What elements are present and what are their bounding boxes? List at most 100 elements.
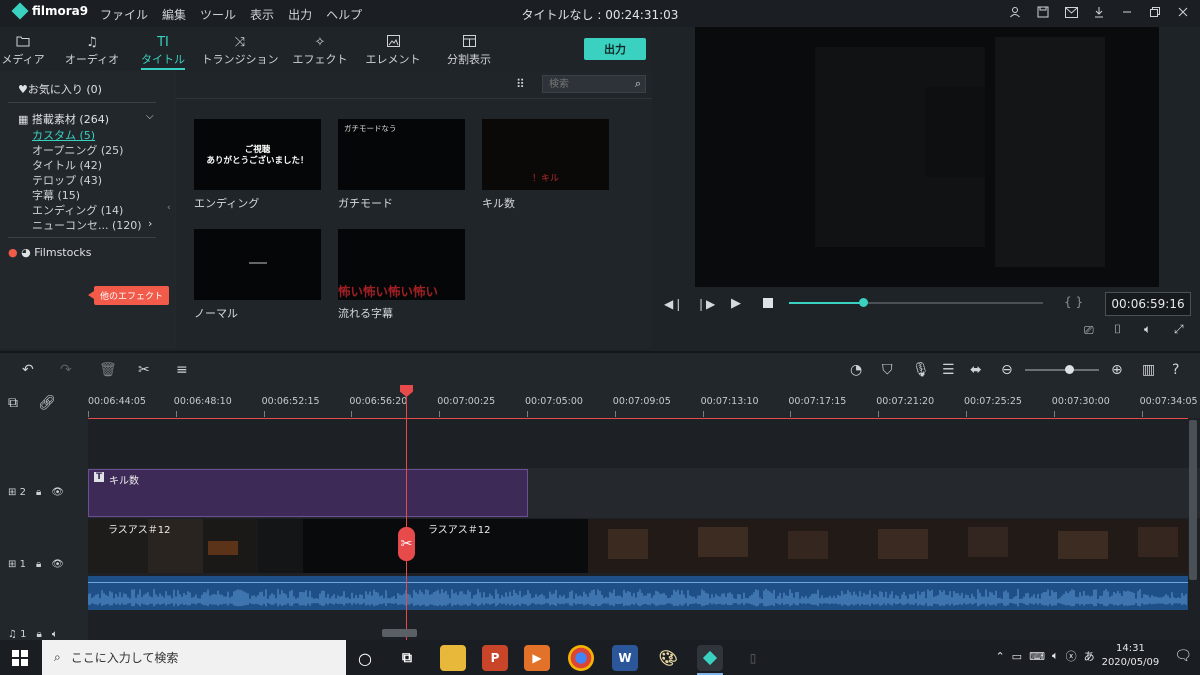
- play-icon[interactable]: ▶: [731, 296, 741, 311]
- zoom-in-icon[interactable]: ⊕: [1111, 362, 1123, 378]
- playback-progress[interactable]: [789, 298, 1043, 307]
- restore-icon[interactable]: [1148, 5, 1162, 19]
- battery-icon[interactable]: ▭: [1012, 650, 1022, 663]
- vertical-scrollbar[interactable]: [1189, 420, 1197, 580]
- other-effects-badge[interactable]: 他のエフェクト: [87, 286, 170, 305]
- help-icon[interactable]: ?: [1172, 362, 1179, 378]
- network-icon[interactable]: ⌨︎: [1029, 650, 1045, 663]
- cortana-icon[interactable]: ○: [352, 645, 378, 671]
- search-box[interactable]: ⌕: [542, 75, 646, 93]
- cut-icon[interactable]: ✂: [138, 362, 150, 378]
- eye-icon[interactable]: 👁︎: [51, 559, 64, 570]
- title-thumbnail-ending[interactable]: ご視聴 ありがとうございました！: [194, 119, 321, 190]
- progress-knob[interactable]: [858, 298, 868, 307]
- speaker-icon[interactable]: 🔈︎: [52, 629, 58, 640]
- sidebar-item-opening[interactable]: オープニング (25): [32, 142, 123, 158]
- pinned-app-icon[interactable]: ▯: [740, 645, 766, 671]
- tab-split-screen[interactable]: 分割表示: [434, 35, 504, 67]
- prev-frame-icon[interactable]: ◀❘: [664, 297, 683, 311]
- lock-icon[interactable]: 🔒︎: [36, 559, 41, 570]
- playhead[interactable]: [406, 385, 407, 640]
- file-explorer-icon[interactable]: [440, 645, 466, 671]
- favorites-item[interactable]: ♥お気に入り (0): [18, 81, 102, 97]
- volume-icon[interactable]: 🔈︎: [1052, 649, 1059, 663]
- collapse-handle-icon[interactable]: ‹: [167, 203, 171, 213]
- redo-icon[interactable]: ↷: [60, 362, 72, 378]
- title-thumbnail-kill-count[interactable]: ！キル: [482, 119, 609, 190]
- zoom-out-icon[interactable]: ⊖: [1001, 362, 1013, 378]
- filmora-taskbar-icon[interactable]: [697, 645, 723, 671]
- save-icon[interactable]: [1036, 5, 1050, 19]
- builtin-category[interactable]: ▦ 搭載素材 (264): [18, 111, 109, 127]
- user-icon[interactable]: [1008, 5, 1022, 19]
- stop-icon[interactable]: [763, 298, 773, 308]
- fit-timeline-icon[interactable]: ⬌: [970, 362, 982, 378]
- menu-tools[interactable]: ツール: [200, 6, 236, 23]
- language-icon[interactable]: あ: [1084, 648, 1095, 664]
- fullscreen-icon[interactable]: ⤢: [1174, 322, 1184, 337]
- minimize-icon[interactable]: [1120, 5, 1134, 19]
- paint-icon[interactable]: 🎨︎: [655, 645, 681, 671]
- title-thumbnail-normal[interactable]: [194, 229, 321, 300]
- download-icon[interactable]: [1092, 5, 1106, 19]
- grid-view-icon[interactable]: ⠿: [516, 77, 525, 91]
- sidebar-item-telop[interactable]: テロップ (43): [32, 172, 102, 188]
- sidebar-item-custom[interactable]: カスタム (5): [32, 127, 95, 143]
- sidebar-item-ending[interactable]: エンディング (14): [32, 202, 123, 218]
- title-clip[interactable]: T キル数: [88, 469, 528, 517]
- tab-titles[interactable]: TI タイトル: [128, 35, 198, 70]
- menu-export[interactable]: 出力: [288, 6, 312, 23]
- zoom-knob[interactable]: [1065, 365, 1075, 374]
- undo-icon[interactable]: ↶: [22, 362, 34, 378]
- menu-file[interactable]: ファイル: [100, 6, 148, 23]
- menu-help[interactable]: ヘルプ: [326, 6, 362, 23]
- eye-icon[interactable]: 👁︎: [51, 487, 64, 498]
- zoom-slider[interactable]: [1025, 369, 1099, 371]
- track-layout-icon[interactable]: ▥: [1142, 362, 1155, 378]
- title-thumbnail-gachi-mode[interactable]: ガチモードなう: [338, 119, 465, 190]
- menu-edit[interactable]: 編集: [162, 6, 186, 23]
- video-clip[interactable]: ラスアス＃12 ラスアス＃12: [88, 519, 1188, 573]
- tab-effects[interactable]: ✧ エフェクト: [285, 35, 355, 67]
- menu-view[interactable]: 表示: [250, 6, 274, 23]
- close-icon[interactable]: [1176, 5, 1190, 19]
- sidebar-item-subtitle[interactable]: 字幕 (15): [32, 187, 80, 203]
- video-viewer[interactable]: [695, 27, 1159, 287]
- horizontal-scrollbar[interactable]: [382, 629, 417, 637]
- windows-start-icon[interactable]: [12, 650, 28, 669]
- sidebar-item-new-concept[interactable]: ニューコンセ... (120): [32, 217, 142, 233]
- lock-icon[interactable]: 🔒︎: [37, 629, 42, 640]
- taskbar-clock[interactable]: 14:31 2020/05/09: [1102, 642, 1160, 670]
- voiceover-list-icon[interactable]: ☰: [942, 362, 955, 378]
- word-icon[interactable]: W: [612, 645, 638, 671]
- add-track-icon[interactable]: ⧉: [8, 395, 18, 411]
- export-button[interactable]: 出力: [584, 38, 646, 60]
- audio-waveform-clip[interactable]: [88, 576, 1188, 610]
- link-icon[interactable]: 🔗︎: [38, 395, 56, 411]
- adjust-icon[interactable]: ≡: [176, 362, 188, 378]
- taskbar-search[interactable]: ⌕ ここに入力して検索: [42, 640, 346, 675]
- next-frame-icon[interactable]: ❘▶: [696, 297, 715, 311]
- tab-elements[interactable]: エレメント: [358, 35, 428, 67]
- tab-media[interactable]: メディア: [0, 35, 58, 67]
- sidebar-item-title[interactable]: タイトル (42): [32, 157, 102, 173]
- ime-icon[interactable]: ⓧ: [1066, 648, 1077, 664]
- mail-icon[interactable]: [1064, 5, 1078, 19]
- chrome-icon[interactable]: [568, 645, 594, 671]
- powerpoint-icon[interactable]: P: [482, 645, 508, 671]
- split-scissor-icon[interactable]: ✂: [398, 527, 415, 561]
- notification-icon[interactable]: 🗨︎: [1174, 648, 1192, 664]
- marker-icon[interactable]: ⛉: [882, 362, 893, 378]
- media-player-icon[interactable]: ▶: [524, 645, 550, 671]
- search-icon[interactable]: ⌕: [635, 77, 641, 91]
- tab-audio[interactable]: ♫ オーディオ: [57, 35, 127, 67]
- tab-transitions[interactable]: ⤨ トランジション: [197, 35, 283, 67]
- volume-icon[interactable]: 🔈︎: [1144, 322, 1151, 337]
- title-thumbnail-scrolling[interactable]: 怖い怖い怖い怖い: [338, 229, 465, 300]
- delete-icon[interactable]: 🗑︎: [99, 362, 117, 378]
- chevron-right-icon[interactable]: ›: [148, 217, 152, 230]
- chevron-up-icon[interactable]: ⌃: [995, 650, 1004, 663]
- render-settings-icon[interactable]: ⎚: [1084, 323, 1094, 338]
- render-icon[interactable]: ◔: [850, 362, 862, 378]
- camera-icon[interactable]: ⌷: [1114, 322, 1121, 337]
